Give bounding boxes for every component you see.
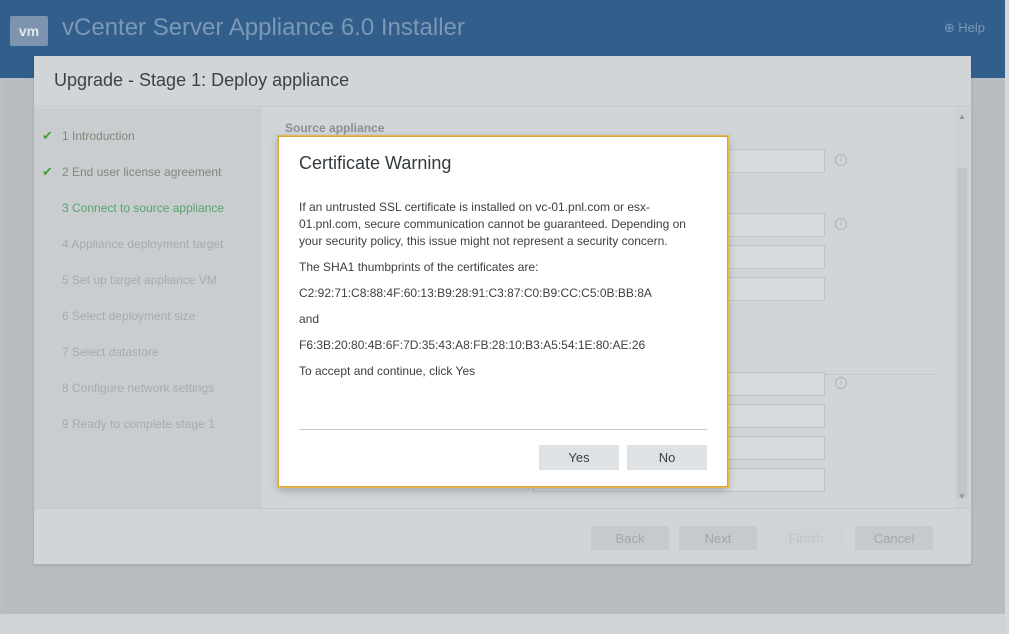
- info-icon[interactable]: i: [835, 218, 847, 230]
- dialog-body: If an untrusted SSL certificate is insta…: [299, 199, 707, 389]
- content-scrollbar[interactable]: ▲ ▼: [955, 108, 969, 508]
- scroll-up-arrow-icon[interactable]: ▲: [955, 112, 969, 124]
- cancel-button[interactable]: Cancel: [855, 526, 933, 550]
- vmware-logo: vm: [10, 16, 48, 46]
- step-label: 2 End user license agreement: [62, 165, 222, 179]
- step-connect-source[interactable]: 3 Connect to source appliance: [42, 198, 224, 218]
- wizard-title: Upgrade - Stage 1: Deploy appliance: [54, 70, 350, 90]
- step-label: 4 Appliance deployment target: [62, 237, 224, 251]
- wizard-steps: ✔ 1 Introduction ✔ 2 End user license ag…: [34, 108, 262, 508]
- step-label: 1 Introduction: [62, 129, 135, 143]
- info-icon[interactable]: i: [835, 377, 847, 389]
- step-setup-vm: 5 Set up target appliance VM: [42, 270, 217, 290]
- step-network: 8 Configure network settings: [42, 378, 214, 398]
- yes-button[interactable]: Yes: [539, 445, 619, 470]
- step-label: 9 Ready to complete stage 1: [62, 417, 215, 431]
- step-label: 6 Select deployment size: [62, 309, 196, 323]
- step-label: 8 Configure network settings: [62, 381, 215, 395]
- step-introduction[interactable]: ✔ 1 Introduction: [42, 126, 135, 146]
- dialog-divider: [299, 429, 707, 430]
- no-button[interactable]: No: [627, 445, 707, 470]
- warning-text: If an untrusted SSL certificate is insta…: [299, 200, 686, 248]
- section-label: Source appliance: [285, 121, 385, 135]
- checkmark-icon: ✔: [42, 128, 53, 143]
- bottom-strip: [0, 614, 1009, 634]
- finish-button: Finish: [767, 526, 845, 550]
- step-deployment-size: 6 Select deployment size: [42, 306, 195, 326]
- scroll-thumb[interactable]: [957, 168, 967, 498]
- thumbprints-intro: The SHA1 thumbprints of the certificates…: [299, 260, 539, 274]
- step-ready: 9 Ready to complete stage 1: [42, 414, 215, 434]
- step-datastore: 7 Select datastore: [42, 342, 159, 362]
- step-label: 7 Select datastore: [62, 345, 159, 359]
- next-button[interactable]: Next: [679, 526, 757, 550]
- help-label: Help: [958, 20, 985, 35]
- and-text: and: [299, 312, 320, 326]
- app-title: vCenter Server Appliance 6.0 Installer: [62, 14, 465, 41]
- checkmark-icon: ✔: [42, 164, 53, 179]
- step-deployment-target: 4 Appliance deployment target: [42, 234, 223, 254]
- step-label: 3 Connect to source appliance: [62, 201, 225, 215]
- certificate-warning-dialog: Certificate Warning If an untrusted SSL …: [278, 136, 728, 487]
- back-button[interactable]: Back: [591, 526, 669, 550]
- step-eula[interactable]: ✔ 2 End user license agreement: [42, 162, 221, 182]
- thumbprint-1: C2:92:71:C8:88:4F:60:13:B9:28:91:C3:87:C…: [299, 286, 652, 300]
- dialog-title: Certificate Warning: [299, 153, 452, 173]
- step-label: 5 Set up target appliance VM: [62, 273, 217, 287]
- footer-divider: [34, 508, 971, 509]
- thumbprint-2: F6:3B:20:80:4B:6F:7D:35:43:A8:FB:28:10:B…: [299, 338, 646, 352]
- scroll-down-arrow-icon[interactable]: ▼: [955, 492, 969, 504]
- instruction-text: To accept and continue, click Yes: [299, 364, 476, 378]
- window-edge: [1005, 0, 1009, 634]
- wizard-divider: [34, 106, 971, 107]
- help-link[interactable]: ⊕ Help: [944, 20, 985, 36]
- info-icon[interactable]: i: [835, 154, 847, 166]
- help-icon: ⊕: [943, 20, 955, 35]
